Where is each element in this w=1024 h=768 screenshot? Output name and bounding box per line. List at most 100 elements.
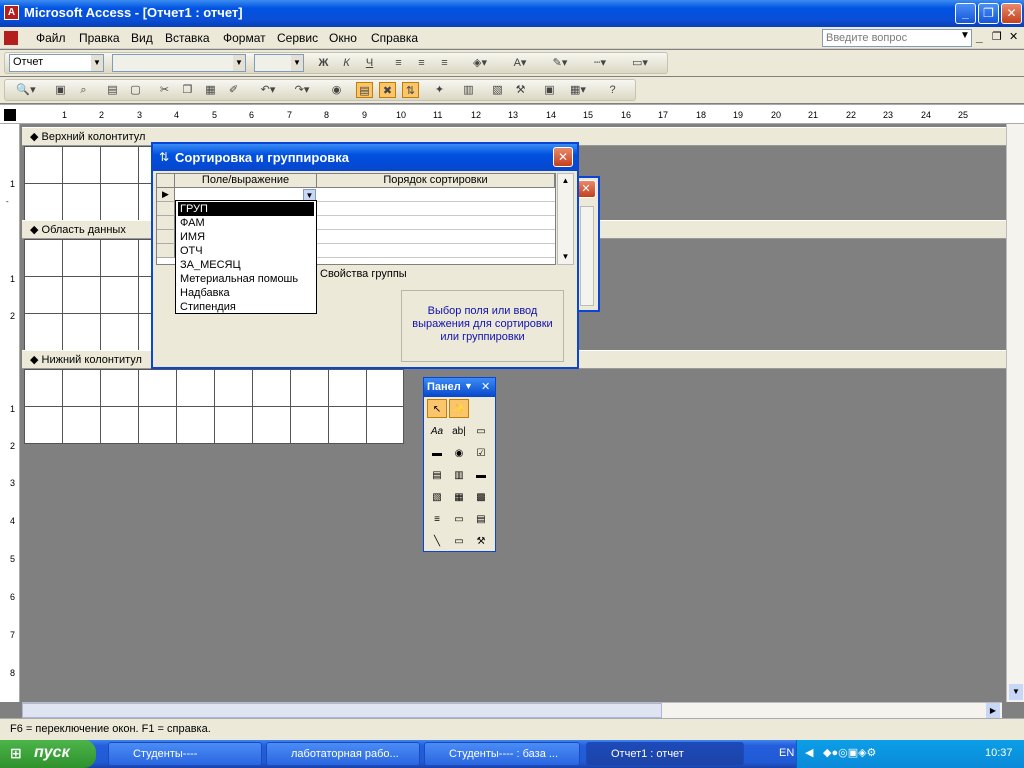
vertical-scrollbar[interactable]: ▼ <box>1006 124 1024 702</box>
row-selector[interactable] <box>157 202 175 216</box>
help-icon[interactable]: ? <box>604 82 621 98</box>
tray-arrow-icon[interactable]: ◀ <box>805 746 813 759</box>
minimize-button[interactable]: _ <box>955 3 976 24</box>
tab-control-icon[interactable]: ▭ <box>449 509 469 528</box>
menu-insert[interactable]: Вставка <box>165 31 210 45</box>
underline-button[interactable]: Ч <box>361 55 378 71</box>
fill-color-icon[interactable]: ◈▾ <box>465 55 495 71</box>
report-selector[interactable] <box>4 109 16 121</box>
list-item[interactable]: ЗА_МЕСЯЦ <box>178 258 314 272</box>
current-row-arrow-icon[interactable]: ▶ <box>157 188 175 202</box>
bound-object-icon[interactable]: ▩ <box>471 487 491 506</box>
list-item[interactable]: Надбавка <box>178 286 314 300</box>
sorting-grouping-icon[interactable]: ⇅ <box>402 82 419 98</box>
doc-minimize-button[interactable]: _ <box>976 30 983 44</box>
page-footer-grid[interactable] <box>24 369 404 444</box>
search-icon[interactable]: ⌕ <box>75 82 92 98</box>
line-width-icon[interactable]: ┄▾ <box>585 55 615 71</box>
menu-edit[interactable]: Правка <box>79 31 120 45</box>
unbound-object-icon[interactable]: ▦ <box>449 487 469 506</box>
detail-grid[interactable] <box>24 239 156 351</box>
object-combo[interactable]: Отчет ▼ <box>9 54 104 72</box>
autoformat-icon[interactable]: ✦ <box>431 82 448 98</box>
dialog-title-bar[interactable]: ⇅ Сортировка и группировка ✕ <box>153 144 577 171</box>
align-center-icon[interactable]: ≡ <box>413 55 430 71</box>
combobox-tool-icon[interactable]: ▤ <box>427 465 447 484</box>
chevron-down-icon[interactable]: ▼ <box>233 55 245 71</box>
command-button-icon[interactable]: ▬ <box>471 465 491 484</box>
close-button[interactable]: ✕ <box>1001 3 1022 24</box>
list-item[interactable]: ГРУП <box>178 202 314 216</box>
special-effect-icon[interactable]: ▭▾ <box>625 55 655 71</box>
page-break-icon[interactable]: ≡ <box>427 509 447 528</box>
select-objects-icon[interactable]: ↖ <box>427 399 447 418</box>
row-selector[interactable] <box>157 244 175 258</box>
doc-close-button[interactable]: ✕ <box>1009 30 1018 43</box>
row-selector[interactable] <box>157 216 175 230</box>
list-item[interactable]: Стипендия <box>178 300 314 314</box>
redo-icon[interactable]: ↷▾ <box>288 82 316 98</box>
paste-icon[interactable]: ▦ <box>202 82 219 98</box>
taskbar-item[interactable]: Студенты---- : база ... <box>424 742 580 766</box>
font-size-combo[interactable]: ▼ <box>254 54 304 72</box>
textbox-tool-icon[interactable]: ab| <box>449 421 469 440</box>
menu-view[interactable]: Вид <box>131 31 153 45</box>
doc-icon[interactable] <box>4 31 18 45</box>
menu-format[interactable]: Формат <box>223 31 266 45</box>
bold-button[interactable]: Ж <box>315 55 332 71</box>
view-icon[interactable]: 🔍▾ <box>12 82 40 98</box>
image-tool-icon[interactable]: ▧ <box>427 487 447 506</box>
help-dropdown-arrow-icon[interactable]: ▼ <box>960 30 970 41</box>
page-header-grid[interactable] <box>24 146 156 222</box>
label-tool-icon[interactable]: Aa <box>427 421 447 440</box>
hscroll-thumb[interactable] <box>22 703 662 718</box>
sorting-grid-scrollbar[interactable]: ▲ ▼ <box>557 173 574 265</box>
chevron-down-icon[interactable]: ▼ <box>291 55 303 71</box>
align-right-icon[interactable]: ≡ <box>436 55 453 71</box>
line-color-icon[interactable]: ✎▾ <box>545 55 575 71</box>
scroll-right-icon[interactable]: ▶ <box>986 703 1000 718</box>
toolbox-icon[interactable]: ✖ <box>379 82 396 98</box>
toolbox-close-button[interactable]: ✕ <box>481 380 490 393</box>
restore-button[interactable]: ❐ <box>978 3 999 24</box>
save-icon[interactable]: ▣ <box>52 82 69 98</box>
tray-icons[interactable]: ◆●◎▣◈⚙ <box>823 746 876 759</box>
close-icon[interactable]: ✕ <box>576 180 596 198</box>
copy-icon[interactable]: ❐ <box>179 82 196 98</box>
chevron-down-icon[interactable]: ▼ <box>464 381 473 391</box>
option-button-icon[interactable]: ◉ <box>449 443 469 462</box>
option-group-icon[interactable]: ▭ <box>471 421 491 440</box>
horizontal-scrollbar[interactable]: ▶ <box>22 702 1002 718</box>
access-app-icon[interactable]: A <box>4 5 19 20</box>
scroll-down-icon[interactable]: ▼ <box>558 250 573 264</box>
language-indicator[interactable]: EN <box>779 747 794 759</box>
toggle-button-icon[interactable]: ▬ <box>427 443 447 462</box>
code-icon[interactable]: ▥ <box>460 82 477 98</box>
listbox-tool-icon[interactable]: ▥ <box>449 465 469 484</box>
align-left-icon[interactable]: ≡ <box>390 55 407 71</box>
doc-restore-button[interactable]: ❐ <box>992 30 1002 43</box>
font-color-button[interactable]: A▾ <box>505 55 535 71</box>
list-item[interactable]: ИМЯ <box>178 230 314 244</box>
field-dropdown-list[interactable]: ГРУП ФАМ ИМЯ ОТЧ ЗА_МЕСЯЦ Метериальная п… <box>175 200 317 314</box>
menu-window[interactable]: Окно <box>329 31 357 45</box>
list-item[interactable]: ФАМ <box>178 216 314 230</box>
font-name-combo[interactable]: ▼ <box>112 54 246 72</box>
list-item[interactable]: Метериальная помошь <box>178 272 314 286</box>
italic-button[interactable]: К <box>338 55 355 71</box>
format-painter-icon[interactable]: ✐ <box>225 82 242 98</box>
subreport-icon[interactable]: ▤ <box>471 509 491 528</box>
field-list-scrollbar[interactable] <box>580 206 594 306</box>
database-window-icon[interactable]: ▣ <box>541 82 558 98</box>
rectangle-tool-icon[interactable]: ▭ <box>449 531 469 550</box>
scroll-up-icon[interactable]: ▲ <box>558 174 573 188</box>
scroll-down-icon[interactable]: ▼ <box>1009 684 1023 700</box>
menu-file[interactable]: Файл <box>36 31 66 45</box>
help-question-input[interactable]: Введите вопрос <box>822 29 972 47</box>
row-selector[interactable] <box>157 230 175 244</box>
print-preview-icon[interactable]: ▢ <box>127 82 144 98</box>
taskbar-item-active[interactable]: Отчет1 : отчет <box>586 742 744 766</box>
dialog-close-button[interactable]: ✕ <box>553 147 573 167</box>
undo-icon[interactable]: ↶▾ <box>254 82 282 98</box>
more-controls-icon[interactable]: ⚒ <box>471 531 491 550</box>
